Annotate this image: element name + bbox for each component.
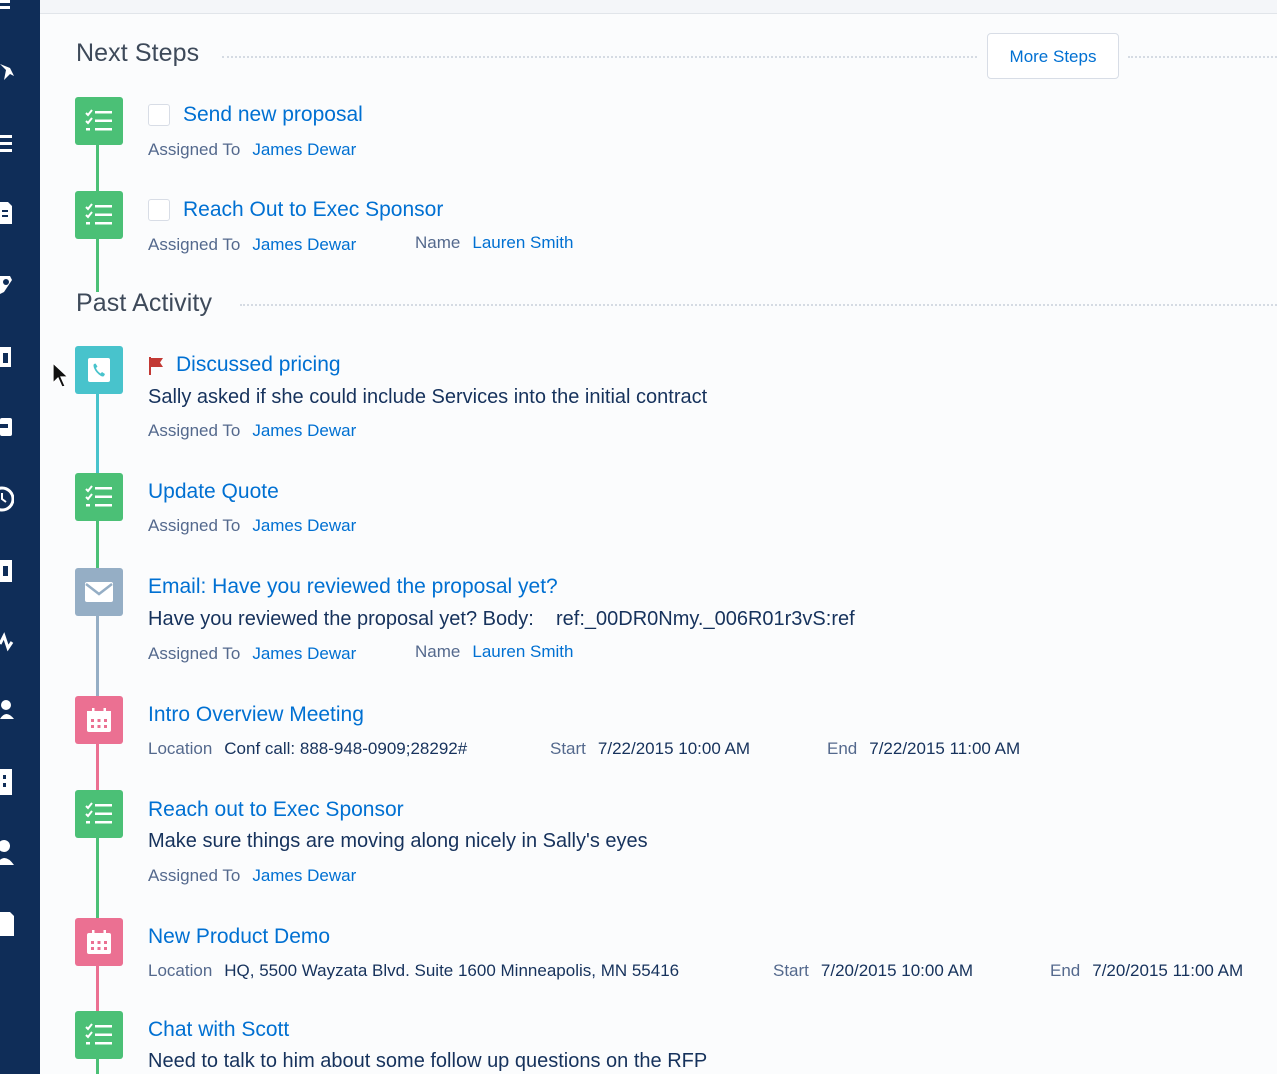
task-icon	[75, 473, 123, 521]
document-icon[interactable]	[0, 200, 14, 228]
top-bar	[40, 0, 1277, 14]
timeline-connector	[96, 837, 99, 919]
section-divider	[240, 304, 1277, 306]
activity-title-link[interactable]: Reach out to Exec Sponsor	[148, 798, 404, 822]
section-divider	[222, 56, 977, 58]
name-label: Name	[415, 233, 461, 252]
activity-meta: End 7/20/2015 11:00 AM	[1050, 961, 1243, 981]
activity-description: Sally asked if she could include Service…	[148, 386, 708, 408]
group-icon[interactable]	[0, 697, 14, 725]
activity-description: Have you reviewed the proposal yet? Body…	[148, 608, 855, 630]
call-icon	[75, 346, 123, 394]
task-checkbox[interactable]	[148, 104, 170, 126]
timeline-connector	[96, 145, 99, 191]
activity-meta: Start 7/22/2015 10:00 AM	[550, 739, 750, 759]
activity-meta: Location HQ, 5500 Wayzata Blvd. Suite 160…	[148, 961, 679, 981]
list-icon[interactable]	[0, 133, 14, 155]
building-icon[interactable]	[0, 767, 14, 797]
assigned-to-label: Assigned To	[148, 644, 241, 663]
start-label: Start	[550, 739, 586, 758]
activity-meta: Assigned To James Dewar	[148, 140, 356, 160]
file-icon[interactable]	[0, 908, 14, 938]
timeline-connector	[96, 238, 99, 292]
timeline-connector	[96, 394, 99, 474]
assigned-to-label: Assigned To	[148, 866, 241, 885]
assigned-to-label: Assigned To	[148, 235, 241, 254]
edit-icon[interactable]	[0, 272, 14, 300]
activity-meta: Assigned To James Dewar	[148, 866, 356, 886]
location-label: Location	[148, 739, 213, 758]
calendar-icon[interactable]	[0, 343, 14, 371]
location-value: Conf call: 888-948-0909;28292#	[224, 739, 468, 758]
next-steps-title: Next Steps	[76, 39, 200, 67]
activity-meta: Assigned To James Dewar	[148, 516, 356, 536]
assigned-to-label: Assigned To	[148, 140, 241, 159]
person-icon[interactable]	[0, 837, 14, 867]
activity-meta: Name Lauren Smith	[415, 233, 573, 253]
timeline-connector	[96, 965, 99, 1011]
activity-meta: End 7/22/2015 11:00 AM	[827, 739, 1020, 759]
location-value: HQ, 5500 Wayzata Blvd. Suite 1600 Minnea…	[224, 961, 680, 980]
past-activity-title: Past Activity	[76, 289, 213, 317]
task-icon	[75, 790, 123, 838]
end-value: 7/22/2015 11:00 AM	[869, 739, 1021, 758]
start-label: Start	[773, 961, 809, 980]
start-value: 7/22/2015 10:00 AM	[597, 739, 751, 758]
activity-meta: Location Conf call: 888-948-0909;28292#	[148, 739, 467, 759]
timeline-connector	[96, 743, 99, 790]
activity-title-link[interactable]: Discussed pricing	[176, 353, 341, 377]
name-label: Name	[415, 642, 461, 661]
end-value: 7/20/2015 11:00 AM	[1092, 961, 1244, 980]
app-icon[interactable]	[0, 0, 14, 16]
activity-title-link[interactable]: Update Quote	[148, 480, 279, 504]
activity-title-link[interactable]: Reach Out to Exec Sponsor	[183, 198, 443, 222]
timeline-connector	[96, 1058, 99, 1074]
task-icon	[75, 1011, 123, 1059]
task-icon	[75, 191, 123, 239]
timeline-connector	[96, 520, 99, 568]
section-divider	[1128, 56, 1277, 58]
assigned-to-link[interactable]: James Dewar	[252, 140, 356, 159]
end-label: End	[1050, 961, 1081, 980]
assigned-to-link[interactable]: James Dewar	[252, 235, 356, 254]
end-label: End	[827, 739, 858, 758]
clipboard-icon[interactable]	[0, 556, 14, 584]
activity-description: Make sure things are moving along nicely…	[148, 830, 648, 852]
event-icon	[75, 918, 123, 966]
assigned-to-link[interactable]: James Dewar	[252, 516, 356, 535]
activity-title-link[interactable]: Email: Have you reviewed the proposal ye…	[148, 575, 558, 599]
assigned-to-label: Assigned To	[148, 421, 241, 440]
task-icon	[75, 97, 123, 145]
activity-title-link[interactable]: New Product Demo	[148, 925, 330, 949]
activity-meta: Name Lauren Smith	[415, 642, 573, 662]
name-link[interactable]: Lauren Smith	[472, 642, 573, 661]
start-value: 7/20/2015 10:00 AM	[820, 961, 974, 980]
pulse-icon[interactable]	[0, 630, 14, 654]
activity-title-link[interactable]: Send new proposal	[183, 103, 363, 127]
activity-meta: Assigned To James Dewar	[148, 644, 356, 664]
clock-icon[interactable]	[0, 486, 14, 514]
assigned-to-link[interactable]: James Dewar	[252, 866, 356, 885]
activity-meta: Assigned To James Dewar	[148, 421, 356, 441]
name-link[interactable]: Lauren Smith	[472, 233, 573, 252]
star-icon[interactable]	[0, 60, 14, 88]
assigned-to-link[interactable]: James Dewar	[252, 644, 356, 663]
assigned-to-label: Assigned To	[148, 516, 241, 535]
timeline-connector	[96, 615, 99, 697]
location-label: Location	[148, 961, 213, 980]
activity-meta: Assigned To James Dewar	[148, 235, 356, 255]
assigned-to-link[interactable]: James Dewar	[252, 421, 356, 440]
event-icon	[75, 696, 123, 744]
mouse-cursor-icon	[52, 362, 70, 388]
activity-title-link[interactable]: Intro Overview Meeting	[148, 703, 364, 727]
app-sidebar	[0, 0, 40, 1074]
flag-icon	[149, 357, 163, 375]
activity-title-link[interactable]: Chat with Scott	[148, 1018, 289, 1042]
more-steps-button[interactable]: More Steps	[987, 33, 1119, 79]
activity-meta: Start 7/20/2015 10:00 AM	[773, 961, 973, 981]
card-icon[interactable]	[0, 416, 14, 440]
activity-description: Need to talk to him about some follow up…	[148, 1050, 708, 1072]
task-checkbox[interactable]	[148, 199, 170, 221]
email-icon	[75, 568, 123, 616]
